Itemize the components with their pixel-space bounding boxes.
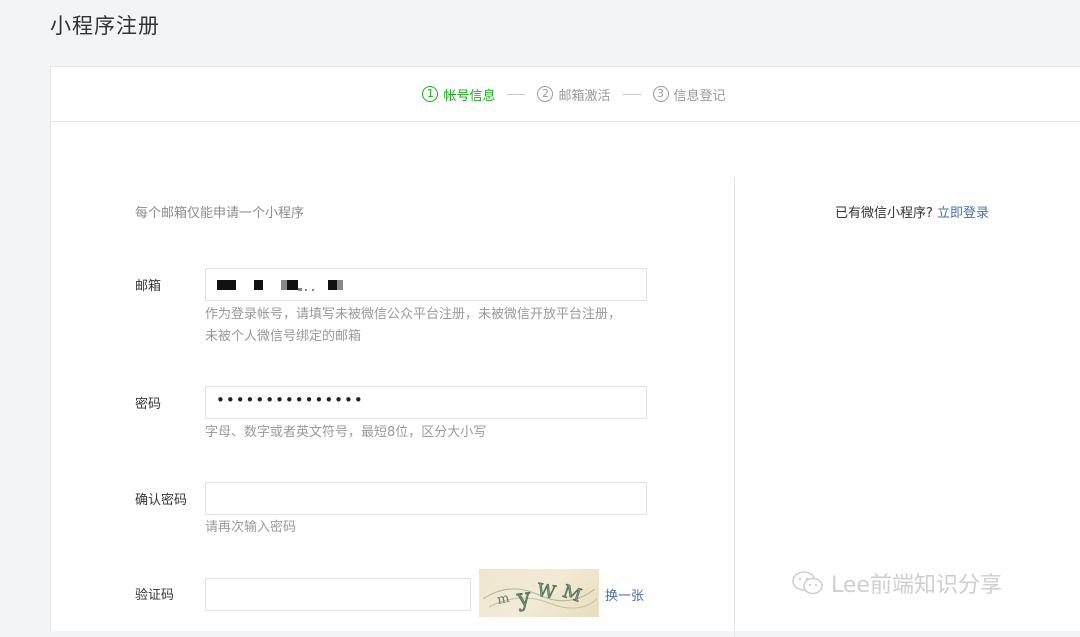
existing-account-prompt: 已有微信小程序? 立即登录 xyxy=(835,202,989,221)
existing-account-text: 已有微信小程序? xyxy=(835,206,933,221)
password-field[interactable]: ••••••••••••••• xyxy=(205,386,647,419)
step-label-1: 帐号信息 xyxy=(443,88,496,104)
email-hint-line2: 未被个人微信号绑定的邮箱 xyxy=(205,329,362,344)
login-now-link[interactable]: 立即登录 xyxy=(937,206,989,221)
step-number-2: 2 xyxy=(537,86,554,102)
watermark-text: Lee前端知识分享 xyxy=(831,573,1002,598)
vertical-divider xyxy=(734,177,735,637)
svg-text:y: y xyxy=(514,583,533,613)
password-hint: 字母、数字或者英文符号，最短8位，区分大小写 xyxy=(205,425,487,440)
registration-card: 1 帐号信息 2 邮箱激活 3 信息登记 每个邮箱仅能申请一个小程序 邮箱 作为… xyxy=(50,66,1080,637)
step-separator xyxy=(622,93,641,95)
one-app-per-email-notice: 每个邮箱仅能申请一个小程序 xyxy=(135,206,305,221)
email-field[interactable] xyxy=(205,268,647,301)
step-number-1: 1 xyxy=(422,86,439,102)
step-number-3: 3 xyxy=(652,86,669,102)
step-label-3: 信息登记 xyxy=(673,88,726,104)
email-hint-line1: 作为登录帐号，请填写未被微信公众平台注册，未被微信开放平台注册， xyxy=(205,307,622,322)
password-label: 密码 xyxy=(135,397,162,412)
confirm-password-label: 确认密码 xyxy=(135,493,188,508)
step-label-2: 邮箱激活 xyxy=(558,88,611,104)
confirm-password-hint: 请再次输入密码 xyxy=(205,520,297,535)
svg-text:m: m xyxy=(496,591,511,608)
page-title: 小程序注册 xyxy=(50,14,160,38)
captcha-input[interactable] xyxy=(205,578,471,611)
confirm-password-field[interactable] xyxy=(205,482,647,515)
svg-text:M: M xyxy=(560,581,584,607)
email-label: 邮箱 xyxy=(135,279,162,294)
step-account-info: 1 帐号信息 xyxy=(422,85,495,104)
captcha-graphic: m y W M xyxy=(482,579,598,613)
step-separator xyxy=(507,93,526,95)
wechat-icon xyxy=(792,571,823,595)
password-value: ••••••••••••••• xyxy=(216,391,364,409)
step-email-activation: 2 邮箱激活 xyxy=(537,85,611,104)
watermark: Lee前端知识分享 xyxy=(791,567,1002,599)
step-info-registration: 3 信息登记 xyxy=(652,85,726,104)
refresh-captcha-link[interactable]: 换一张 xyxy=(605,585,644,604)
step-indicator: 1 帐号信息 2 邮箱激活 3 信息登记 xyxy=(51,67,1080,122)
captcha-image[interactable]: m y W M xyxy=(479,569,599,617)
captcha-label: 验证码 xyxy=(135,588,175,603)
